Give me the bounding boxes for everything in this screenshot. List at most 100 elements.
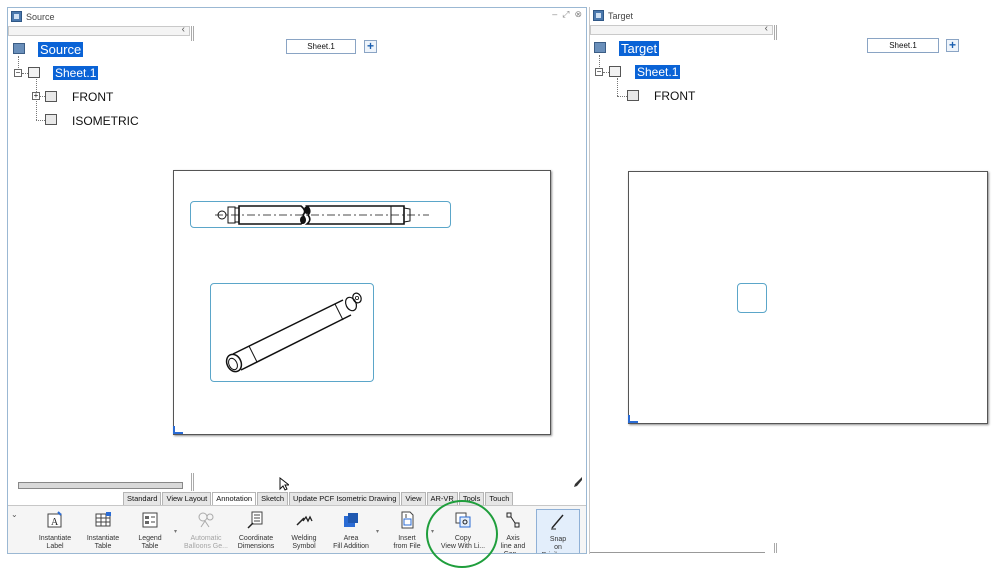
chevron-left-icon[interactable]: ‹ [182, 24, 185, 35]
app-icon [11, 11, 22, 22]
button-label: Area [343, 535, 359, 542]
button-label: line and Cen... [500, 543, 526, 553]
button-label: Coordinate [238, 535, 274, 542]
source-drawing-canvas[interactable] [173, 170, 551, 435]
button-label: Table [94, 543, 112, 550]
welding-symbol-button[interactable]: Welding Symbol [284, 509, 324, 553]
drawing-root-icon [13, 43, 25, 54]
area-fill-addition-button[interactable]: Area Fill Addition [328, 509, 374, 553]
splitter-handle[interactable] [774, 543, 777, 553]
window-controls: – ⤢ ⊗ [552, 9, 582, 20]
source-titlebar: Source – ⤢ ⊗ [8, 8, 586, 25]
target-titlebar: Target [590, 7, 1000, 24]
splitter-handle[interactable] [191, 26, 194, 41]
automatic-balloons-button: Automatic Balloons Ge... [182, 509, 230, 553]
tree-sheet[interactable]: Sheet.1 [635, 65, 681, 79]
tree-connector [617, 78, 618, 96]
front-view-frame[interactable] [190, 201, 451, 228]
button-label: Insert [398, 535, 416, 542]
tab-sketch[interactable]: Sketch [257, 492, 288, 505]
insert-from-file-button[interactable]: Insert from File [386, 509, 428, 553]
button-label: Label [46, 543, 64, 550]
tab-standard[interactable]: Standard [123, 492, 162, 505]
legend-table-icon [142, 512, 158, 528]
target-window: Target ‹ Sheet.1 + Target − Sheet.1 FRON… [589, 7, 1000, 554]
dropdown-arrow-icon[interactable]: ▾ [174, 528, 177, 535]
chevron-down-icon[interactable]: ⌄ [11, 510, 18, 519]
target-drawing-canvas[interactable] [628, 171, 988, 424]
tab-touch[interactable]: Touch [485, 492, 514, 505]
collapse-toggle[interactable]: − [14, 69, 22, 77]
horizontal-scrollbar[interactable] [18, 482, 183, 489]
tree-view-isometric[interactable]: ISOMETRIC [72, 114, 139, 128]
tree-root[interactable]: Target [619, 41, 660, 56]
dropdown-arrow-icon[interactable]: ▾ [431, 528, 434, 535]
button-label: Instantiate [86, 535, 120, 542]
coordinate-dimensions-button[interactable]: Coordinate Dimensions [234, 509, 278, 553]
tab-update-pcf[interactable]: Update PCF Isometric Drawing [289, 492, 401, 505]
target-title: Target [608, 10, 634, 21]
balloons-icon [198, 512, 214, 528]
add-sheet-button[interactable]: + [946, 39, 959, 52]
sheet-selector[interactable]: Sheet.1 [286, 39, 356, 54]
origin-marker [173, 426, 183, 434]
edit-view-icon [627, 90, 639, 101]
resize-grip-icon[interactable] [573, 476, 583, 488]
expand-toggle[interactable]: + [32, 92, 40, 100]
copy-view-with-links-button[interactable]: Copy View With Li... [438, 509, 488, 553]
copy-view-icon [455, 512, 471, 528]
minimize-icon[interactable]: – [552, 9, 557, 20]
splitter-handle[interactable] [191, 473, 194, 491]
sheet-selector[interactable]: Sheet.1 [867, 38, 939, 53]
snap-icon [551, 514, 564, 530]
tree-scrollbar[interactable]: ‹ [8, 24, 190, 36]
front-view-icon [45, 91, 57, 102]
sheet-icon [28, 67, 40, 78]
collapse-toggle[interactable]: − [595, 68, 603, 76]
tree-sheet[interactable]: Sheet.1 [53, 66, 99, 80]
tab-ar-vr[interactable]: AR-VR [426, 492, 458, 505]
svg-text:A: A [51, 517, 59, 528]
close-icon[interactable]: ⊗ [574, 9, 582, 20]
add-sheet-button[interactable]: + [364, 40, 377, 53]
area-fill-icon [344, 513, 358, 527]
button-label: Axis [506, 535, 520, 542]
splitter-handle[interactable] [774, 25, 777, 40]
horizontal-scrollbar[interactable] [590, 552, 765, 553]
tab-view-layout[interactable]: View Layout [162, 492, 212, 505]
front-view-frame[interactable] [737, 283, 767, 313]
tree-connector [36, 120, 45, 121]
isometric-view-icon [45, 114, 57, 125]
tree-scrollbar[interactable]: ‹ [590, 23, 773, 35]
button-label: Copy [454, 535, 472, 542]
isometric-view-frame[interactable] [210, 283, 374, 382]
drawing-root-icon [594, 42, 606, 53]
legend-table-button[interactable]: Legend Table [130, 509, 170, 553]
tab-tools[interactable]: Tools [458, 492, 485, 505]
button-label: Table [141, 543, 159, 550]
button-label: Snap [549, 536, 567, 543]
front-view-drawing [215, 205, 429, 225]
tree-root[interactable]: Source [38, 42, 84, 57]
isometric-view-drawing [225, 292, 362, 373]
axis-line-button[interactable]: Axis line and Cen... [492, 509, 534, 553]
snap-on-privileged-button[interactable]: Snap on Privilege... [536, 509, 580, 553]
annotation-ribbon: ⌄ A Instantiate Label Instantiate Table … [8, 505, 586, 553]
chevron-left-icon[interactable]: ‹ [765, 23, 768, 34]
tab-view[interactable]: View [401, 492, 426, 505]
tab-annotation[interactable]: Annotation [212, 492, 257, 505]
coordinate-dimensions-icon [247, 511, 263, 529]
welding-icon [296, 515, 313, 526]
dropdown-arrow-icon[interactable]: ▾ [376, 528, 379, 535]
restore-icon[interactable]: ⤢ [562, 9, 569, 20]
source-window: Source – ⤢ ⊗ ‹ Sheet.1 + Source − Sheet.… [7, 7, 587, 554]
app-icon [593, 10, 604, 21]
button-label: View With Li... [440, 543, 486, 550]
instantiate-table-button[interactable]: Instantiate Table [82, 509, 124, 553]
instantiate-label-button[interactable]: A Instantiate Label [34, 509, 76, 553]
insert-file-icon [401, 511, 414, 529]
button-label: Legend [138, 535, 162, 542]
tree-view-front[interactable]: FRONT [654, 89, 695, 103]
tree-view-front[interactable]: FRONT [72, 90, 113, 104]
tree-connector [617, 96, 627, 97]
